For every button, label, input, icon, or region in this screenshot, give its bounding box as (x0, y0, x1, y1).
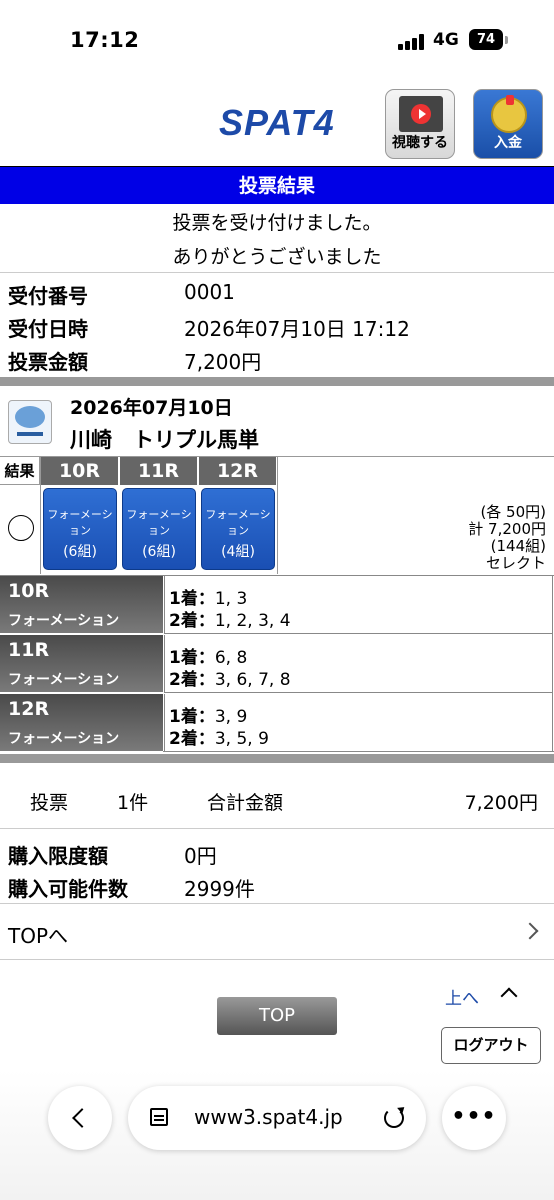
row-type: フォーメーション (8, 672, 120, 688)
formation-count: (6組) (142, 544, 176, 560)
vote-amount-label: 投票金額 (8, 350, 88, 374)
page-menu-icon[interactable] (150, 1108, 168, 1126)
chevron-up-icon[interactable] (500, 987, 518, 1005)
result-label: 結果 (0, 457, 40, 485)
spat4-logo[interactable]: SPAT4 (219, 102, 335, 144)
status-time: 17:12 (70, 28, 140, 52)
formation-count: (6組) (63, 544, 97, 560)
deposit-button[interactable]: 入金 (473, 89, 543, 159)
receipt-datetime-label: 受付日時 (8, 317, 88, 341)
selection-row-data: 1着：6, 8 2着：3, 6, 7, 8 (164, 635, 552, 693)
selection-row-data: 1着：3, 9 2着：3, 5, 9 (164, 694, 552, 752)
race-date: 2026年07月10日 (70, 397, 233, 419)
reload-icon[interactable] (384, 1108, 404, 1128)
network-label: 4G (433, 30, 459, 50)
logout-button[interactable]: ログアウト (441, 1027, 541, 1064)
row-race: 12R (8, 698, 50, 720)
second-label: 2着： (169, 611, 215, 631)
section-divider (0, 754, 554, 763)
status-bar: 17:12 4G 74 (0, 0, 554, 82)
formation-button-11r[interactable]: フォーメーション (6組) (122, 488, 196, 570)
selection-row-data: 1着：1, 3 2着：1, 2, 3, 4 (164, 576, 552, 634)
total-amount-value: 7,200円 (464, 792, 538, 814)
deposit-label: 入金 (494, 135, 522, 151)
grid-line (277, 457, 278, 574)
divider (0, 828, 554, 829)
thanks-message: ありがとうございました (172, 246, 382, 268)
accepted-message: 投票を受け付けました。 (172, 212, 382, 234)
more-dots-icon: ••• (451, 1104, 497, 1129)
row-race: 10R (8, 580, 50, 602)
summary-total: 計 7,200円 (468, 520, 546, 538)
vote-count: 1件 (117, 792, 149, 814)
formation-type: フォーメーション (47, 508, 113, 537)
selection-row-label: 12R フォーメーション (0, 694, 163, 752)
summary-mode: セレクト (485, 554, 546, 572)
receipt-number-label: 受付番号 (8, 284, 88, 308)
top-link[interactable]: TOPへ (8, 920, 68, 949)
receipt-number-value: 0001 (184, 280, 235, 304)
race-name: 川崎 トリプル馬単 (70, 428, 259, 452)
formation-button-12r[interactable]: フォーメーション (4組) (201, 488, 275, 570)
signal-icon (398, 34, 426, 50)
url-text[interactable]: www3.spat4.jp (194, 1105, 343, 1129)
row-race: 11R (8, 639, 50, 661)
grid-line (40, 457, 41, 574)
formation-button-10r[interactable]: フォーメーション (6組) (43, 488, 117, 570)
selection-row-label: 10R フォーメーション (0, 576, 163, 634)
battery-nub (505, 36, 508, 44)
back-button[interactable] (48, 1086, 112, 1150)
bet-summary: (各 50円) 計 7,200円 (144組) セレクト (468, 504, 546, 572)
second-label: 2着： (169, 729, 215, 749)
address-bar[interactable]: www3.spat4.jp (128, 1086, 426, 1150)
race-col-12r: 12R (199, 457, 277, 485)
site-header: SPAT4 視聴する 入金 (0, 82, 554, 166)
page-up-link[interactable]: 上へ (445, 984, 479, 1009)
table-border (552, 575, 553, 752)
vote-amount-value: 7,200円 (184, 350, 262, 374)
formation-type: フォーメーション (126, 508, 192, 537)
page-title: 投票結果 (0, 166, 554, 204)
top-link-row[interactable]: TOPへ (0, 903, 554, 960)
second-place-values: 1, 2, 3, 4 (214, 611, 291, 631)
total-amount-label: 合計金額 (207, 792, 284, 814)
section-divider (0, 377, 554, 386)
summary-each: (各 50円) (480, 503, 546, 521)
watch-button[interactable]: 視聴する (385, 89, 455, 159)
purchasable-count-value: 2999件 (184, 877, 255, 901)
receipt-datetime-value: 2026年07月10日 17:12 (184, 317, 410, 341)
second-place-values: 3, 5, 9 (214, 729, 269, 749)
second-label: 2着： (169, 670, 215, 690)
row-type: フォーメーション (8, 731, 120, 747)
video-icon (399, 96, 443, 132)
purchase-limit-label: 購入限度額 (8, 844, 108, 868)
purchasable-count-label: 購入可能件数 (8, 877, 128, 901)
coin-icon (491, 95, 527, 133)
top-button[interactable]: TOP (217, 997, 337, 1035)
selection-row-label: 11R フォーメーション (0, 635, 163, 693)
chevron-right-icon (521, 922, 539, 940)
battery-icon: 74 (469, 29, 503, 50)
back-chevron-icon (72, 1108, 92, 1128)
more-button[interactable]: ••• (442, 1086, 506, 1150)
formation-count: (4組) (221, 544, 255, 560)
formation-type: フォーメーション (205, 508, 271, 537)
purchase-limit-value: 0円 (184, 844, 217, 868)
row-type: フォーメーション (8, 613, 120, 629)
result-radio[interactable] (8, 515, 34, 541)
second-place-values: 3, 6, 7, 8 (214, 670, 291, 690)
kawasaki-logo-icon (8, 400, 52, 444)
watch-label: 視聴する (392, 135, 448, 151)
race-col-11r: 11R (120, 457, 198, 485)
divider (0, 272, 554, 273)
vote-label: 投票 (30, 792, 69, 814)
summary-combos: (144組) (490, 537, 546, 555)
race-col-10r: 10R (41, 457, 119, 485)
